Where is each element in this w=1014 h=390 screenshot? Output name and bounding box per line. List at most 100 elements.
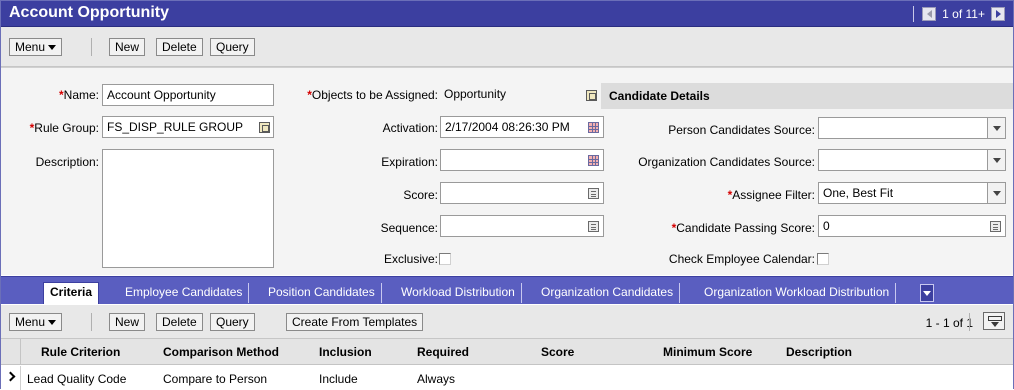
pick-list-icon[interactable] xyxy=(259,122,270,133)
org-source-label: Organization Candidates Source: xyxy=(638,155,815,169)
name-label-text: Name: xyxy=(63,88,99,102)
chevron-down-icon xyxy=(923,290,931,296)
form-toolbar: Menu New Delete Query xyxy=(1,27,1013,67)
description-label: Description: xyxy=(35,155,99,169)
create-from-templates-button[interactable]: Create From Templates xyxy=(286,313,424,331)
new-button[interactable]: New xyxy=(109,38,146,56)
applet-title-bar: Account Opportunity 1 of 11+ xyxy=(1,1,1013,27)
toolbar-divider xyxy=(969,313,970,331)
applet-frame: Account Opportunity 1 of 11+ Menu New De… xyxy=(0,0,1014,390)
name-label: *Name: xyxy=(11,88,99,102)
calendar-icon[interactable] xyxy=(588,122,599,133)
exclusive-checkbox[interactable] xyxy=(439,253,451,265)
row-selector[interactable] xyxy=(1,366,21,390)
rule-group-input[interactable]: FS_DISP_RULE GROUP xyxy=(102,116,274,138)
name-input[interactable]: Account Opportunity xyxy=(102,84,274,106)
chevron-right-icon xyxy=(5,371,16,382)
delete-button[interactable]: Delete xyxy=(156,38,203,56)
list-toolbar: Menu New Delete Query Create From Templa… xyxy=(1,305,1013,339)
exclusive-label: Exclusive: xyxy=(383,252,438,266)
column-header[interactable]: Description xyxy=(786,345,852,359)
objects-value: Opportunity xyxy=(440,84,598,106)
expiration-input[interactable] xyxy=(440,149,604,171)
tab-criteria[interactable]: Criteria xyxy=(43,282,100,304)
expiration-label: Expiration: xyxy=(381,155,438,169)
column-header[interactable]: Score xyxy=(541,345,574,359)
rule-group-label-text: Rule Group: xyxy=(34,121,99,135)
more-tabs-button[interactable] xyxy=(920,284,934,302)
score-input[interactable] xyxy=(440,182,604,204)
score-label: Score: xyxy=(403,188,438,202)
activation-input[interactable]: 2/17/2004 08:26:30 PM xyxy=(440,116,604,138)
passing-score-label: *Candidate Passing Score: xyxy=(605,221,815,235)
calculator-icon[interactable] xyxy=(588,221,599,232)
chevron-down-icon xyxy=(992,190,1001,196)
cell-inclusion[interactable]: Include xyxy=(319,372,358,386)
column-header[interactable]: Minimum Score xyxy=(663,345,752,359)
check-calendar-checkbox[interactable] xyxy=(817,253,829,265)
column-header[interactable]: Rule Criterion xyxy=(41,345,120,359)
objects-label: *Objects to be Assigned: xyxy=(283,88,438,102)
check-calendar-label: Check Employee Calendar: xyxy=(668,252,815,266)
list-query-button[interactable]: Query xyxy=(210,313,255,331)
menu-button[interactable]: Menu xyxy=(9,38,63,56)
column-header[interactable]: Comparison Method xyxy=(163,345,279,359)
arrow-left-icon xyxy=(926,10,932,18)
list-new-button[interactable]: New xyxy=(109,313,146,331)
passing-score-input[interactable]: 0 xyxy=(818,215,1006,237)
table-row[interactable]: Lead Quality Code Compare to Person Incl… xyxy=(1,366,1013,390)
objects-label-text: Objects to be Assigned: xyxy=(311,88,438,102)
chevron-down-icon xyxy=(992,125,1001,131)
expand-list-button[interactable] xyxy=(983,312,1005,330)
pick-list-icon[interactable] xyxy=(586,90,597,101)
sequence-label: Sequence: xyxy=(380,221,438,235)
tab-organization-candidates[interactable]: Organization Candidates xyxy=(535,283,681,303)
toolbar-divider xyxy=(91,38,92,56)
record-pager: 1 of 11+ xyxy=(913,5,1005,23)
query-button[interactable]: Query xyxy=(210,38,255,56)
sequence-input[interactable] xyxy=(440,215,604,237)
passing-score-label-text: Candidate Passing Score: xyxy=(676,221,815,235)
dropdown-button[interactable] xyxy=(987,150,1005,170)
dropdown-button[interactable] xyxy=(987,118,1005,138)
assignee-filter-label: *Assignee Filter: xyxy=(605,188,815,202)
pager-divider xyxy=(913,6,915,22)
list-delete-button[interactable]: Delete xyxy=(156,313,203,331)
rule-group-label: *Rule Group: xyxy=(5,121,99,135)
next-record-button[interactable] xyxy=(991,7,1005,21)
org-source-dropdown[interactable] xyxy=(818,149,1006,171)
pager-text: 1 of 11+ xyxy=(942,7,985,21)
dropdown-button[interactable] xyxy=(987,183,1005,203)
menu-button-label: Menu xyxy=(15,40,46,54)
description-textarea[interactable] xyxy=(102,149,274,268)
previous-record-button[interactable] xyxy=(922,7,937,21)
calendar-icon[interactable] xyxy=(588,155,599,166)
record-count: 1 - 1 of 1 xyxy=(925,316,973,330)
chevron-down-icon xyxy=(992,157,1001,163)
column-header[interactable]: Inclusion xyxy=(319,345,372,359)
cell-comparison-method[interactable]: Compare to Person xyxy=(163,372,267,386)
passing-score-value: 0 xyxy=(823,219,830,233)
tab-organization-workload-distribution[interactable]: Organization Workload Distribution xyxy=(698,283,897,303)
tab-employee-candidates[interactable]: Employee Candidates xyxy=(119,283,250,303)
toolbar-divider xyxy=(91,313,92,331)
calculator-icon[interactable] xyxy=(588,188,599,199)
tab-position-candidates[interactable]: Position Candidates xyxy=(262,283,382,303)
assignee-filter-dropdown[interactable]: One, Best Fit xyxy=(818,182,1006,204)
column-header[interactable]: Required xyxy=(417,345,469,359)
form-area: *Name: Account Opportunity *Rule Group: … xyxy=(1,67,1013,275)
calculator-icon[interactable] xyxy=(990,221,1001,232)
person-source-dropdown[interactable] xyxy=(818,117,1006,139)
table-header: Rule Criterion Comparison Method Inclusi… xyxy=(1,339,1013,365)
tab-workload-distribution[interactable]: Workload Distribution xyxy=(395,283,522,303)
cell-required[interactable]: Always xyxy=(417,372,455,386)
assignee-filter-value: One, Best Fit xyxy=(823,186,894,200)
cell-rule-criterion[interactable]: Lead Quality Code xyxy=(27,372,126,386)
list-menu-button[interactable]: Menu xyxy=(9,313,63,331)
person-source-label: Person Candidates Source: xyxy=(668,123,815,137)
assignee-filter-label-text: Assignee Filter: xyxy=(732,188,815,202)
rule-group-value: FS_DISP_RULE GROUP xyxy=(107,120,244,134)
applet-title: Account Opportunity xyxy=(9,4,169,21)
activation-label: Activation: xyxy=(382,121,438,135)
caret-down-icon xyxy=(48,320,57,326)
